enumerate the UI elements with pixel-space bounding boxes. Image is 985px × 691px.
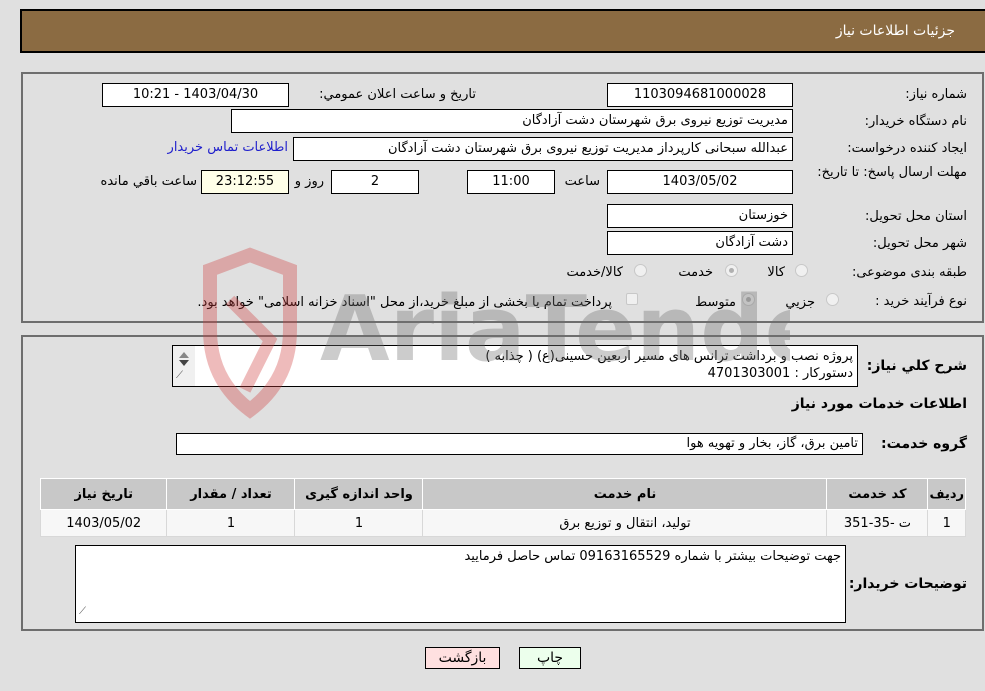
page-title: جزئیات اطلاعات نیاز (835, 23, 955, 39)
process-label: نوع فرآیند خرید : (875, 294, 967, 309)
description-textarea[interactable]: پروژه نصب و برداشت ترانس های مسیر اربعین… (172, 345, 858, 387)
col-need-date: تاریخ نیاز (39, 478, 168, 510)
process-option-medium: متوسط (695, 295, 736, 310)
col-service-code: کد خدمت (826, 478, 929, 510)
col-quantity: تعداد / مقدار (166, 478, 296, 510)
buyer-org-label: نام دستگاه خریدار: (864, 114, 967, 129)
process-radio-medium[interactable] (742, 293, 755, 306)
creator-field: عبدالله سبحانی کارپرداز مدیریت توزیع نیر… (293, 137, 793, 161)
need-number-field: 1103094681000028 (607, 83, 793, 107)
cell-need-date: 1403/05/02 (39, 509, 168, 537)
province-field: خوزستان (607, 204, 793, 228)
province-label: استان محل تحویل: (865, 209, 967, 224)
buyer-contact-link[interactable]: اطلاعات تماس خریدار (168, 140, 288, 155)
deadline-time-label: ساعت (564, 174, 600, 189)
description-line-1: پروژه نصب و برداشت ترانس های مسیر اربعین… (485, 349, 853, 364)
col-service-name: نام خدمت (422, 478, 828, 510)
resize-grip-icon[interactable]: ⟋ (176, 367, 183, 384)
cell-unit: 1 (294, 509, 424, 537)
category-label: طبقه بندی موضوعی: (851, 265, 967, 280)
buyer-notes-textarea[interactable]: جهت توضیحات بیشتر با شماره 09163165529 ت… (75, 545, 846, 623)
buyer-notes-text: جهت توضیحات بیشتر با شماره 09163165529 ت… (464, 549, 841, 564)
category-radio-goods[interactable] (795, 264, 808, 277)
announce-datetime-field: 1403/04/30 - 10:21 (102, 83, 289, 107)
treasury-checkbox[interactable] (626, 293, 638, 305)
category-option-goods: کالا (767, 265, 785, 280)
col-row-number: ردیف (927, 478, 966, 510)
scroll-down-icon[interactable] (179, 360, 189, 366)
col-unit: واحد اندازه گیری (294, 478, 424, 510)
services-heading: اطلاعات خدمات مورد نیاز (791, 396, 967, 412)
category-option-service: خدمت (678, 265, 713, 280)
city-field: دشت آزادگان (607, 231, 793, 255)
announce-label: تاریخ و ساعت اعلان عمومي: (319, 87, 476, 102)
category-radio-service[interactable] (725, 264, 738, 277)
deadline-time-field: 11:00 (467, 170, 555, 194)
remaining-time-field: 23:12:55 (201, 170, 289, 194)
category-option-goods-service: کالا/خدمت (566, 265, 623, 280)
need-number-label: شماره نیاز: (905, 87, 967, 102)
buyer-notes-label: توضیحات خریدار: (848, 576, 967, 592)
back-button[interactable]: بازگشت (425, 647, 500, 669)
cell-row-number: 1 (927, 509, 966, 537)
description-label: شرح کلي نياز: (866, 358, 967, 374)
service-group-field: تامین برق، گاز، بخار و تهویه هوا (176, 433, 863, 455)
deadline-label: مهلت ارسال پاسخ: تا تاریخ: (817, 165, 967, 180)
service-group-label: گروه خدمت: (881, 436, 967, 452)
scroll-up-icon[interactable] (179, 352, 189, 358)
process-radio-minor[interactable] (826, 293, 839, 306)
creator-label: ایجاد کننده درخواست: (847, 141, 967, 156)
category-radio-goods-service[interactable] (634, 264, 647, 277)
description-line-2: دستورکار : 4701303001 (707, 366, 853, 381)
cell-service-code: ت -35-351 (826, 509, 929, 537)
textarea-scrollbar[interactable]: ⟋ (173, 346, 195, 386)
days-remaining-field: 2 (331, 170, 419, 194)
cell-service-name: تولید، انتقال و توزیع برق (422, 509, 828, 537)
deadline-date-field: 1403/05/02 (607, 170, 793, 194)
remaining-time-label: ساعت باقي مانده (100, 174, 197, 189)
city-label: شهر محل تحویل: (872, 236, 967, 251)
resize-grip-icon[interactable]: ⟋ (79, 603, 86, 620)
process-option-minor: جزيي (785, 295, 815, 310)
days-label: روز و (294, 174, 324, 189)
services-table: ردیف کد خدمت نام خدمت واحد اندازه گیری ت… (39, 478, 966, 537)
cell-quantity: 1 (166, 509, 296, 537)
page-header: جزئیات اطلاعات نیاز (20, 9, 985, 53)
treasury-note: پرداخت تمام یا بخشی از مبلغ خرید،از محل … (197, 295, 612, 310)
table-row: 1 ت -35-351 تولید، انتقال و توزیع برق 1 … (39, 509, 966, 537)
table-header-row: ردیف کد خدمت نام خدمت واحد اندازه گیری ت… (39, 478, 966, 510)
buyer-org-field: مدیریت توزیع نیروی برق شهرستان دشت آزادگ… (231, 109, 793, 133)
print-button[interactable]: چاپ (519, 647, 581, 669)
